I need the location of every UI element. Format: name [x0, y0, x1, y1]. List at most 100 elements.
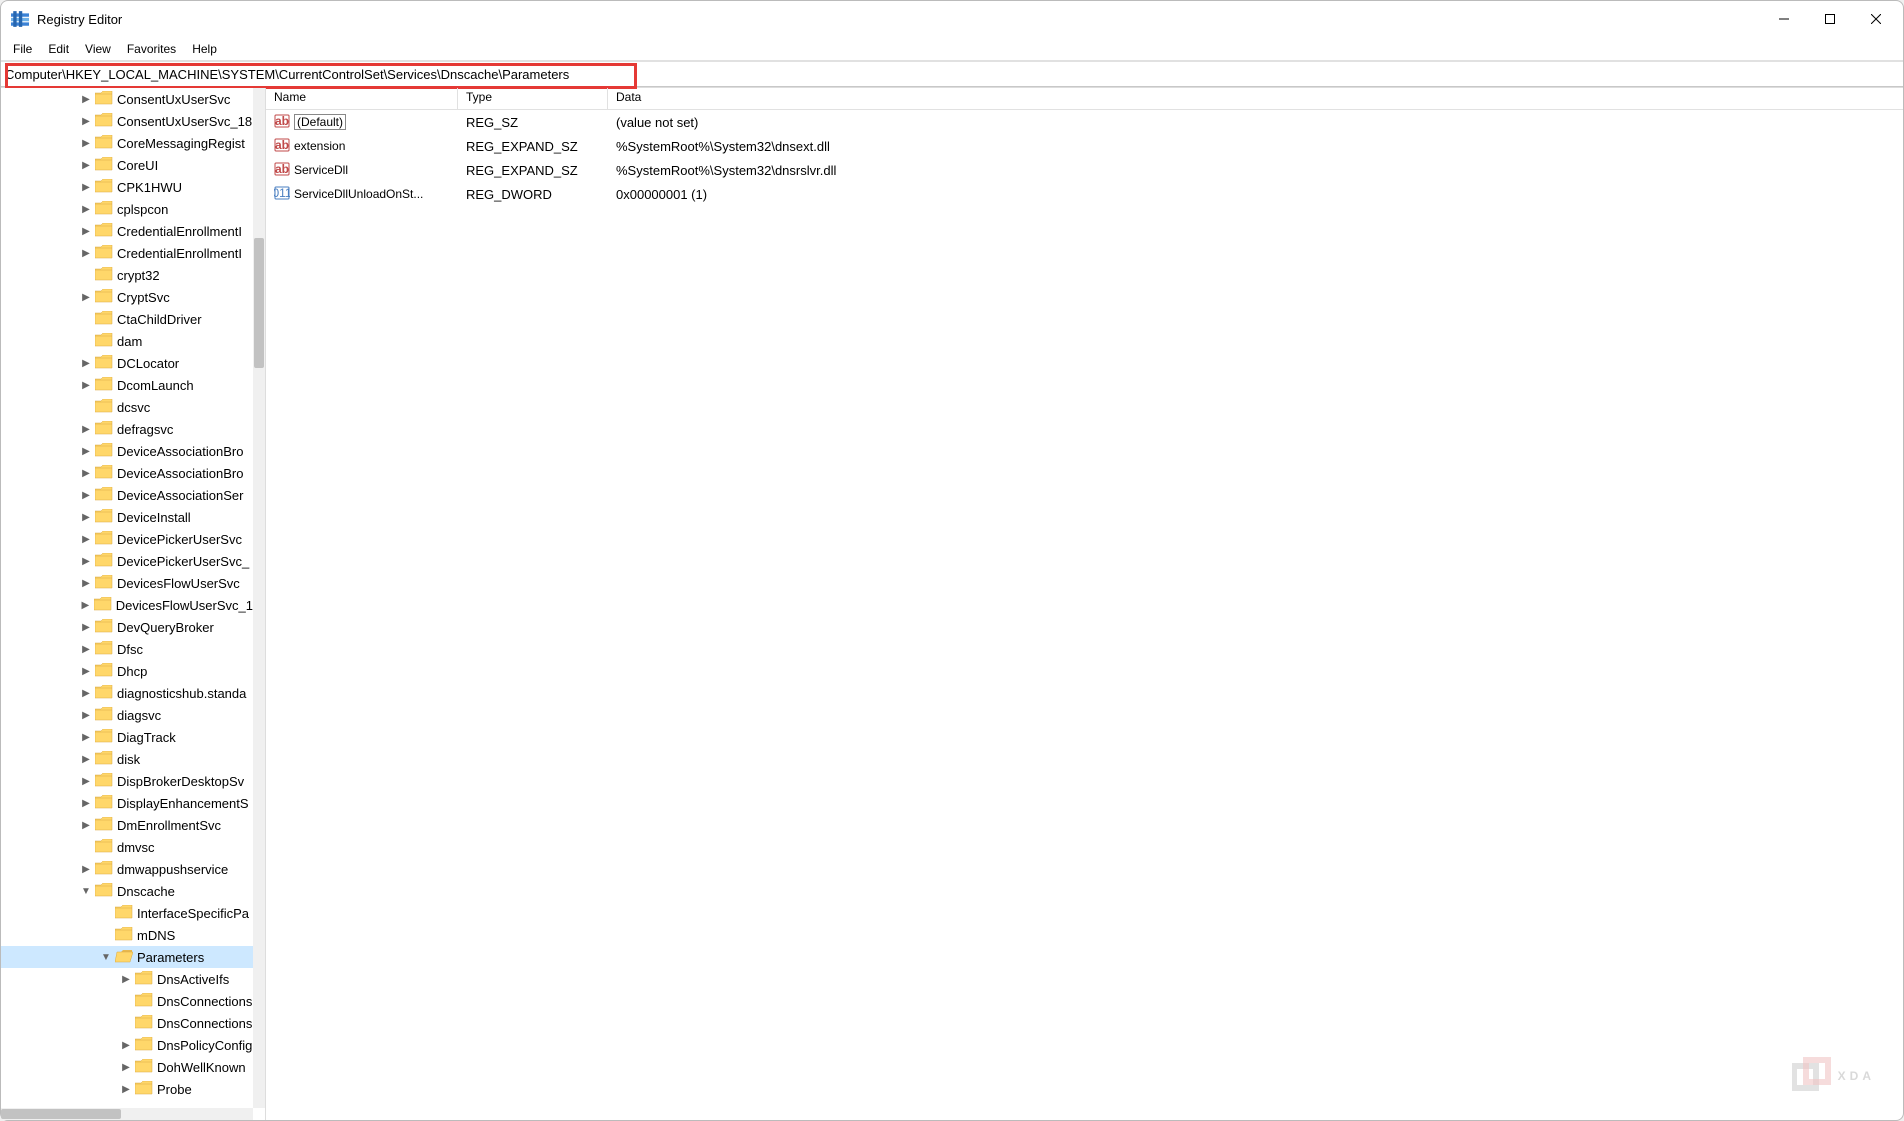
tree-horizontal-scrollbar[interactable] [1, 1108, 253, 1120]
chevron-right-icon[interactable]: ▶ [79, 468, 93, 479]
tree-node[interactable]: ▶CredentialEnrollmentI [1, 220, 253, 242]
chevron-right-icon[interactable]: ▶ [79, 710, 93, 721]
tree-node[interactable]: ▶DnsPolicyConfig [1, 1034, 253, 1056]
value-row[interactable]: ab(Default)REG_SZ(value not set) [266, 110, 1903, 134]
tree-node[interactable]: ▶DCLocator [1, 352, 253, 374]
chevron-right-icon[interactable]: ▶ [79, 138, 93, 149]
minimize-button[interactable] [1761, 3, 1807, 35]
tree-node[interactable]: ▶DevicePickerUserSvc_ [1, 550, 253, 572]
tree-node[interactable]: crypt32 [1, 264, 253, 286]
tree-node[interactable]: ▼Dnscache [1, 880, 253, 902]
chevron-right-icon[interactable]: ▶ [79, 248, 93, 259]
chevron-right-icon[interactable]: ▶ [79, 446, 93, 457]
chevron-right-icon[interactable]: ▶ [79, 864, 93, 875]
chevron-down-icon[interactable]: ▼ [99, 952, 113, 963]
chevron-right-icon[interactable]: ▶ [119, 1040, 133, 1051]
chevron-right-icon[interactable]: ▶ [79, 490, 93, 501]
chevron-right-icon[interactable]: ▶ [79, 292, 93, 303]
menu-view[interactable]: View [77, 40, 119, 58]
tree-node[interactable]: ▶diagnosticshub.standa [1, 682, 253, 704]
tree-node[interactable]: ▶CPK1HWU [1, 176, 253, 198]
value-row[interactable]: abServiceDllREG_EXPAND_SZ%SystemRoot%\Sy… [266, 158, 1903, 182]
chevron-right-icon[interactable]: ▶ [79, 160, 93, 171]
tree-node[interactable]: ▶ConsentUxUserSvc_18 [1, 110, 253, 132]
chevron-right-icon[interactable]: ▶ [79, 534, 93, 545]
chevron-right-icon[interactable]: ▶ [79, 424, 93, 435]
chevron-right-icon[interactable]: ▶ [79, 204, 93, 215]
tree-node[interactable]: CtaChildDriver [1, 308, 253, 330]
close-button[interactable] [1853, 3, 1899, 35]
chevron-right-icon[interactable]: ▶ [79, 644, 93, 655]
tree-node[interactable]: ▶DevicePickerUserSvc [1, 528, 253, 550]
tree-node[interactable]: dam [1, 330, 253, 352]
chevron-down-icon[interactable]: ▼ [79, 886, 93, 897]
chevron-right-icon[interactable]: ▶ [79, 512, 93, 523]
chevron-right-icon[interactable]: ▶ [79, 182, 93, 193]
tree-node[interactable]: dcsvc [1, 396, 253, 418]
value-row[interactable]: abextensionREG_EXPAND_SZ%SystemRoot%\Sys… [266, 134, 1903, 158]
tree-node[interactable]: ▶Dfsc [1, 638, 253, 660]
chevron-right-icon[interactable]: ▶ [79, 732, 93, 743]
tree-node[interactable]: ▶disk [1, 748, 253, 770]
chevron-right-icon[interactable]: ▶ [79, 94, 93, 105]
tree-node[interactable]: ▶DiagTrack [1, 726, 253, 748]
column-name[interactable]: Name [266, 88, 458, 109]
tree-node[interactable]: ▶DevicesFlowUserSvc [1, 572, 253, 594]
column-type[interactable]: Type [458, 88, 608, 109]
value-row[interactable]: 011ServiceDllUnloadOnSt...REG_DWORD0x000… [266, 182, 1903, 206]
tree-node[interactable]: ▶DevicesFlowUserSvc_1 [1, 594, 253, 616]
tree-node[interactable]: ▶DnsActiveIfs [1, 968, 253, 990]
tree-node[interactable]: ▶DeviceAssociationBro [1, 440, 253, 462]
chevron-right-icon[interactable]: ▶ [79, 776, 93, 787]
chevron-right-icon[interactable]: ▶ [79, 820, 93, 831]
tree-node[interactable]: ▶DisplayEnhancementS [1, 792, 253, 814]
tree-node[interactable]: ▼Parameters [1, 946, 253, 968]
tree-node[interactable]: dmvsc [1, 836, 253, 858]
chevron-right-icon[interactable]: ▶ [79, 226, 93, 237]
tree-node[interactable]: ▶CryptSvc [1, 286, 253, 308]
tree-node[interactable]: ▶Dhcp [1, 660, 253, 682]
tree-node[interactable]: ▶CredentialEnrollmentI [1, 242, 253, 264]
tree-node[interactable]: InterfaceSpecificPa [1, 902, 253, 924]
tree-node[interactable]: ▶DohWellKnown [1, 1056, 253, 1078]
chevron-right-icon[interactable]: ▶ [79, 622, 93, 633]
tree-node[interactable]: ▶cplspcon [1, 198, 253, 220]
chevron-right-icon[interactable]: ▶ [79, 380, 93, 391]
chevron-right-icon[interactable]: ▶ [119, 1084, 133, 1095]
chevron-right-icon[interactable]: ▶ [79, 358, 93, 369]
tree-node[interactable]: ▶ConsentUxUserSvc [1, 88, 253, 110]
tree-node[interactable]: ▶DispBrokerDesktopSv [1, 770, 253, 792]
tree-node[interactable]: ▶DeviceInstall [1, 506, 253, 528]
chevron-right-icon[interactable]: ▶ [119, 1062, 133, 1073]
tree-node[interactable]: ▶DeviceAssociationSer [1, 484, 253, 506]
column-data[interactable]: Data [608, 88, 1903, 109]
scrollbar-thumb[interactable] [1, 1109, 121, 1119]
menu-help[interactable]: Help [184, 40, 225, 58]
tree-node[interactable]: ▶CoreUI [1, 154, 253, 176]
tree-node[interactable]: ▶dmwappushservice [1, 858, 253, 880]
maximize-button[interactable] [1807, 3, 1853, 35]
tree-node[interactable]: ▶diagsvc [1, 704, 253, 726]
tree-node[interactable]: mDNS [1, 924, 253, 946]
chevron-right-icon[interactable]: ▶ [79, 600, 92, 611]
tree-node[interactable]: DnsConnections [1, 1012, 253, 1034]
menu-edit[interactable]: Edit [40, 40, 77, 58]
address-input[interactable] [1, 62, 1903, 86]
tree-node[interactable]: ▶DcomLaunch [1, 374, 253, 396]
tree-node[interactable]: ▶defragsvc [1, 418, 253, 440]
tree-node[interactable]: ▶Probe [1, 1078, 253, 1100]
chevron-right-icon[interactable]: ▶ [79, 556, 93, 567]
menu-favorites[interactable]: Favorites [119, 40, 184, 58]
chevron-right-icon[interactable]: ▶ [79, 688, 93, 699]
tree-node[interactable]: ▶DmEnrollmentSvc [1, 814, 253, 836]
tree-node[interactable]: DnsConnections [1, 990, 253, 1012]
scrollbar-thumb[interactable] [254, 238, 264, 368]
chevron-right-icon[interactable]: ▶ [79, 116, 93, 127]
menu-file[interactable]: File [5, 40, 40, 58]
tree-node[interactable]: ▶DevQueryBroker [1, 616, 253, 638]
chevron-right-icon[interactable]: ▶ [79, 578, 93, 589]
tree-vertical-scrollbar[interactable] [253, 88, 265, 1108]
chevron-right-icon[interactable]: ▶ [79, 798, 93, 809]
chevron-right-icon[interactable]: ▶ [79, 666, 93, 677]
tree-node[interactable]: ▶CoreMessagingRegist [1, 132, 253, 154]
